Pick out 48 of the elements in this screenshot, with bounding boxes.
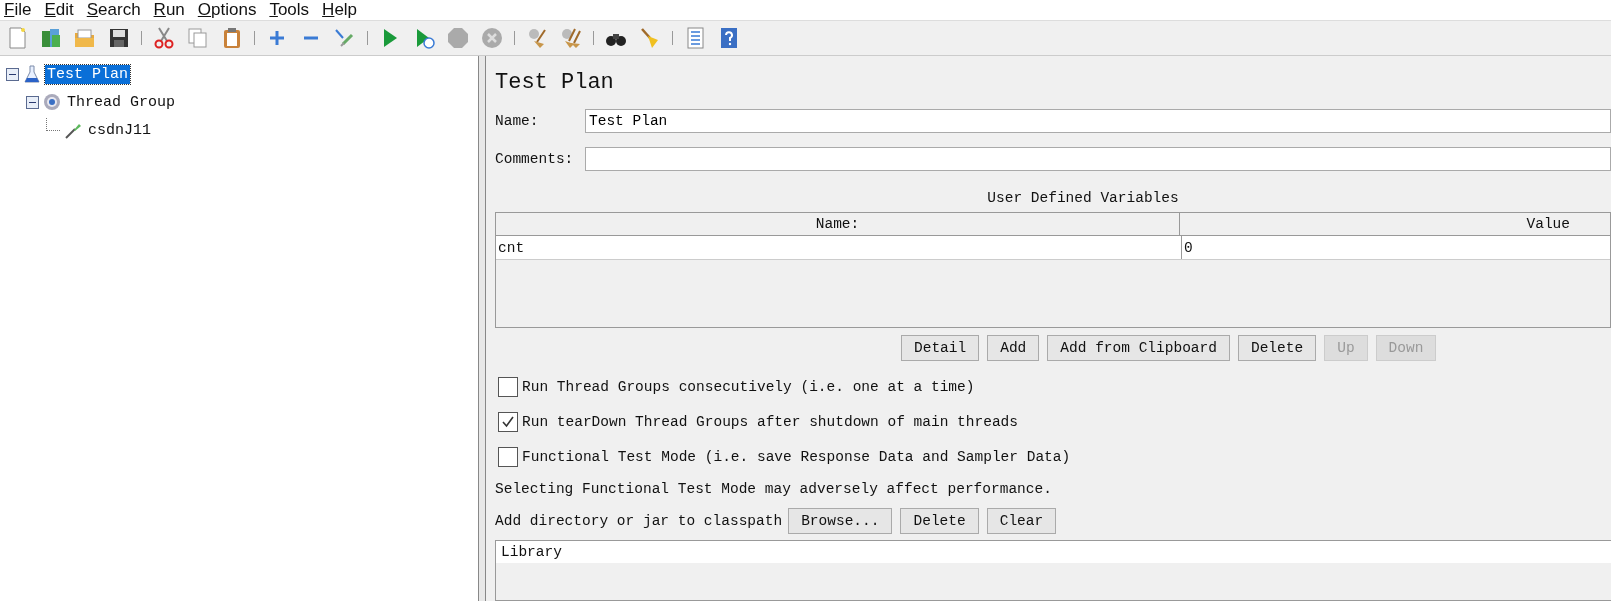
checkbox[interactable] <box>498 411 518 432</box>
collapse-toggle-icon[interactable] <box>26 95 39 109</box>
comments-field[interactable] <box>585 147 1611 171</box>
save-icon[interactable] <box>107 26 131 50</box>
tree-node[interactable]: csdnJ11 <box>86 120 153 140</box>
table-cell[interactable]: cnt <box>496 236 1182 259</box>
column-header[interactable]: Value <box>1180 213 1610 235</box>
tree-node[interactable]: Thread Group <box>65 92 178 112</box>
table-action-button[interactable]: Add <box>987 335 1040 361</box>
menu-item[interactable]: Edit <box>44 0 74 20</box>
menu-item[interactable]: Help <box>322 0 358 20</box>
stop-icon[interactable] <box>446 26 470 50</box>
checkbox[interactable] <box>498 376 518 397</box>
menu-item[interactable]: Run <box>153 0 185 20</box>
table-cell[interactable]: 0 <box>1182 236 1610 259</box>
checkbox-label[interactable]: Run tearDown Thread Groups after shutdown of main threads <box>522 413 1018 430</box>
gear-icon <box>42 92 62 112</box>
scissors-icon[interactable] <box>152 26 176 50</box>
brooms-icon[interactable] <box>559 26 583 50</box>
tree-node[interactable]: Test Plan <box>45 64 130 84</box>
tree-line <box>46 117 60 131</box>
folder-icon[interactable] <box>73 26 97 50</box>
section-title: User Defined Variables <box>986 190 1180 208</box>
classpath-button[interactable]: Browse... <box>788 508 893 534</box>
panel-title: Test Plan <box>495 70 615 97</box>
books-icon[interactable] <box>39 26 63 50</box>
classpath-button[interactable]: Delete <box>900 508 979 534</box>
warning-text: Selecting Functional Test Mode may adversely affect performance. <box>495 480 1053 499</box>
table-action-button[interactable]: Delete <box>1237 335 1317 361</box>
classpath-label: Add directory or jar to classpath <box>495 513 783 529</box>
column-header[interactable]: Name: <box>496 213 1180 235</box>
classpath-button[interactable]: Clear <box>986 508 1057 534</box>
flask-icon <box>22 64 42 84</box>
field-label: Name: <box>495 113 540 129</box>
x-circle-icon[interactable] <box>480 26 504 50</box>
menu-item[interactable]: Tools <box>269 0 310 20</box>
column-header[interactable]: Library <box>496 541 1611 563</box>
collapse-toggle-icon[interactable] <box>6 67 19 81</box>
table-action-button[interactable]: Add from Clipboard <box>1047 335 1230 361</box>
menu-item[interactable]: File <box>4 0 32 20</box>
checkbox[interactable] <box>498 446 518 467</box>
field-label: Comments: <box>495 151 575 167</box>
table-action-button[interactable]: Detail <box>901 335 980 361</box>
checkbox-label[interactable]: Run Thread Groups consecutively (i.e. one at a time) <box>522 378 975 395</box>
menu-item[interactable]: Search <box>86 0 141 20</box>
menu-item[interactable]: Options <box>197 0 257 20</box>
name-field[interactable]: Test Plan <box>585 109 1611 133</box>
checkbox-label[interactable]: Functional Test Mode (i.e. save Response Data and Sampler Data) <box>522 448 1071 465</box>
